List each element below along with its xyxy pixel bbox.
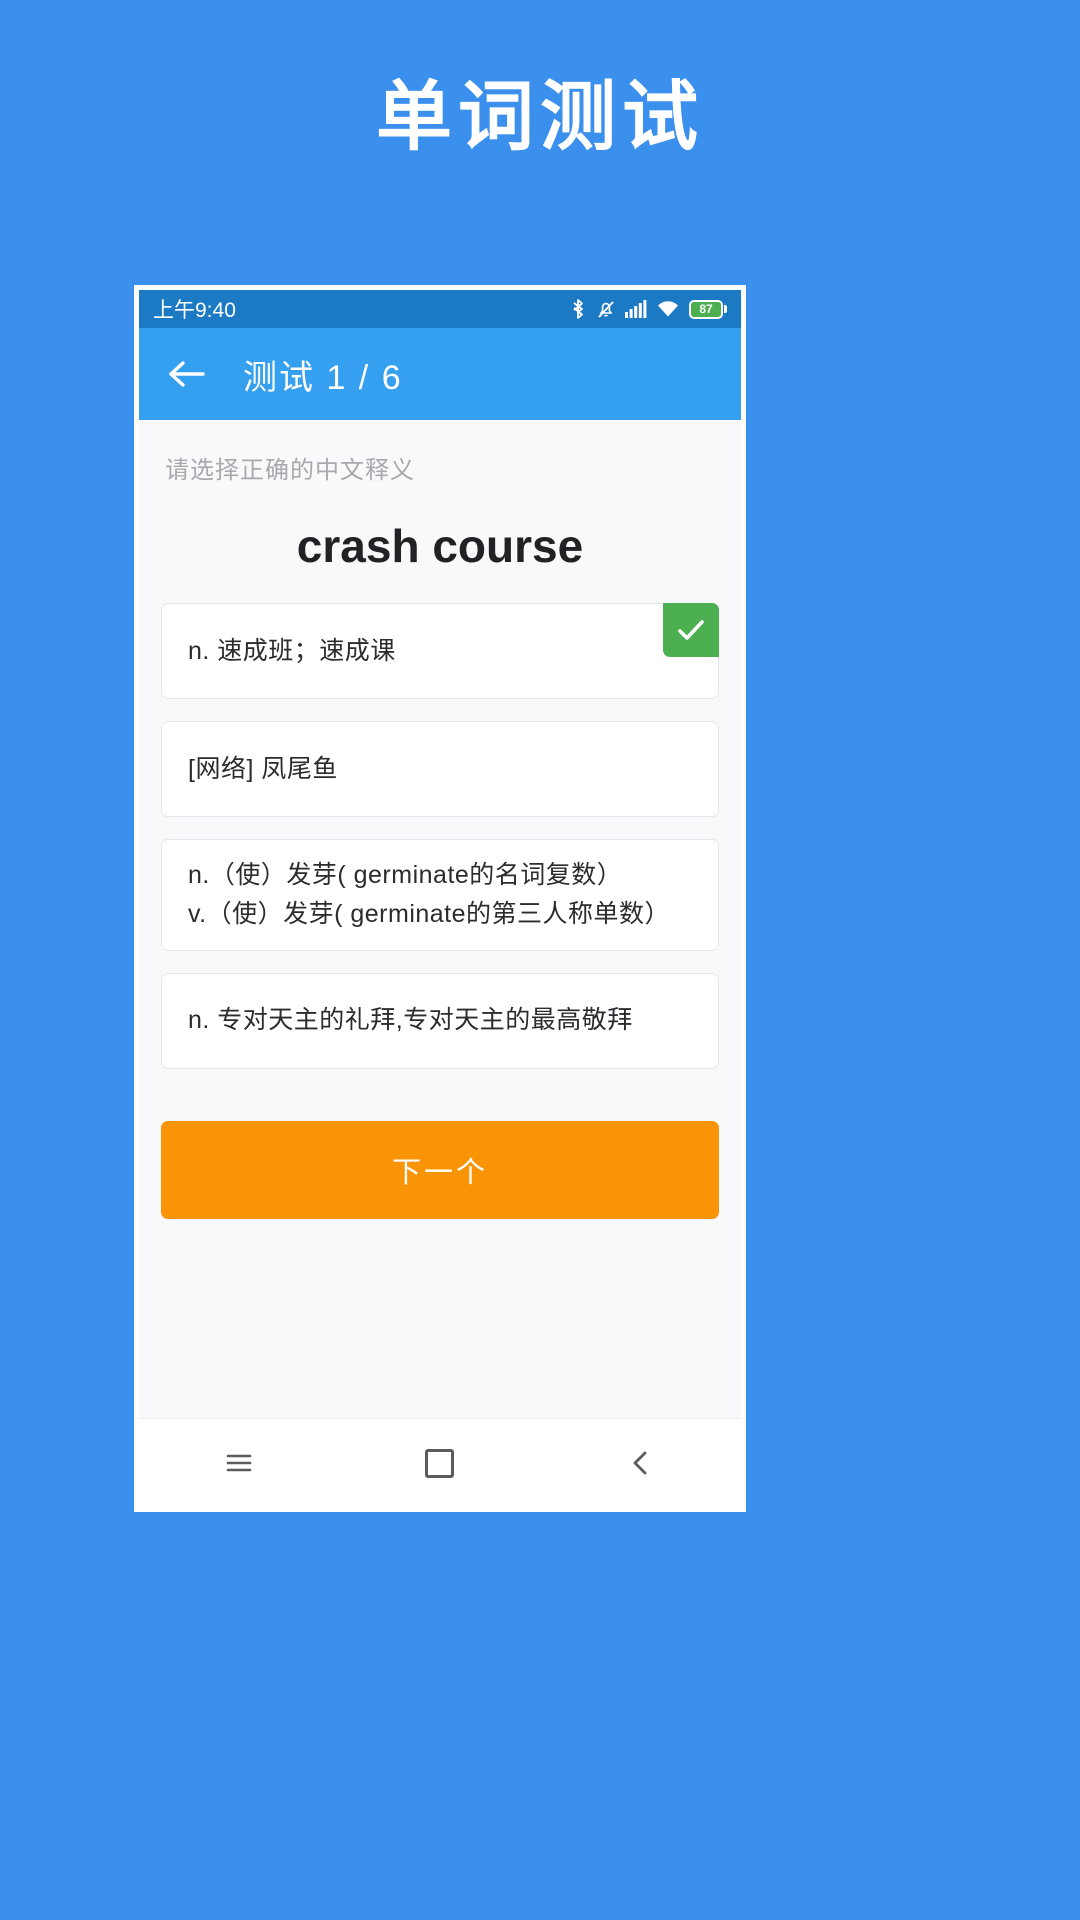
menu-icon[interactable] xyxy=(199,1433,279,1493)
battery-icon: 87 xyxy=(689,299,727,319)
answer-option-text: n.（使）发芽( germinate的名词复数） v.（使）发芽( germin… xyxy=(188,861,671,928)
answer-option[interactable]: n.（使）发芽( germinate的名词复数） v.（使）发芽( germin… xyxy=(161,839,719,951)
answer-options-list: n. 速成班；速成课 [网络] 凤尾鱼 n.（使）发芽( germinate的名… xyxy=(139,603,741,1069)
wifi-icon xyxy=(656,300,680,318)
quiz-word: crash course xyxy=(296,520,584,572)
silent-bell-icon xyxy=(596,298,616,320)
next-button[interactable]: 下一个 xyxy=(161,1120,719,1219)
bluetooth-icon xyxy=(569,298,587,320)
next-button-container: 下一个 xyxy=(139,1120,741,1219)
android-nav-bar xyxy=(139,1418,741,1507)
phone-mockup: 上午9:40 87 测试 1 / 6 请选择正确的中文释义 crash cour… xyxy=(134,285,746,1512)
answer-option-text: n. 速成班；速成课 xyxy=(188,636,396,665)
answer-option-text: [网络] 凤尾鱼 xyxy=(188,754,338,783)
correct-check-icon xyxy=(663,603,719,657)
answer-option[interactable]: n. 专对天主的礼拜,专对天主的最高敬拜 xyxy=(161,972,719,1069)
status-time: 上午9:40 xyxy=(153,299,236,322)
back-arrow-icon[interactable] xyxy=(165,352,209,396)
app-bar: 测试 1 / 6 xyxy=(139,328,741,420)
cellular-signal-icon xyxy=(625,300,647,318)
battery-level: 87 xyxy=(699,302,713,316)
quiz-content: 请选择正确的中文释义 crash course n. 速成班；速成课 [网络] … xyxy=(139,420,741,1418)
status-icon-group: 87 xyxy=(569,298,727,320)
app-bar-title: 测试 1 / 6 xyxy=(243,358,403,397)
quiz-prompt: 请选择正确的中文释义 xyxy=(165,457,415,484)
home-icon[interactable] xyxy=(400,1433,480,1493)
answer-option[interactable]: n. 速成班；速成课 xyxy=(161,603,719,699)
status-bar: 上午9:40 87 xyxy=(139,290,741,328)
page-title: 单词测试 xyxy=(376,75,704,160)
back-icon[interactable] xyxy=(601,1433,681,1493)
answer-option[interactable]: [网络] 凤尾鱼 xyxy=(161,721,719,817)
answer-option-text: n. 专对天主的礼拜,专对天主的最高敬拜 xyxy=(188,1006,633,1035)
